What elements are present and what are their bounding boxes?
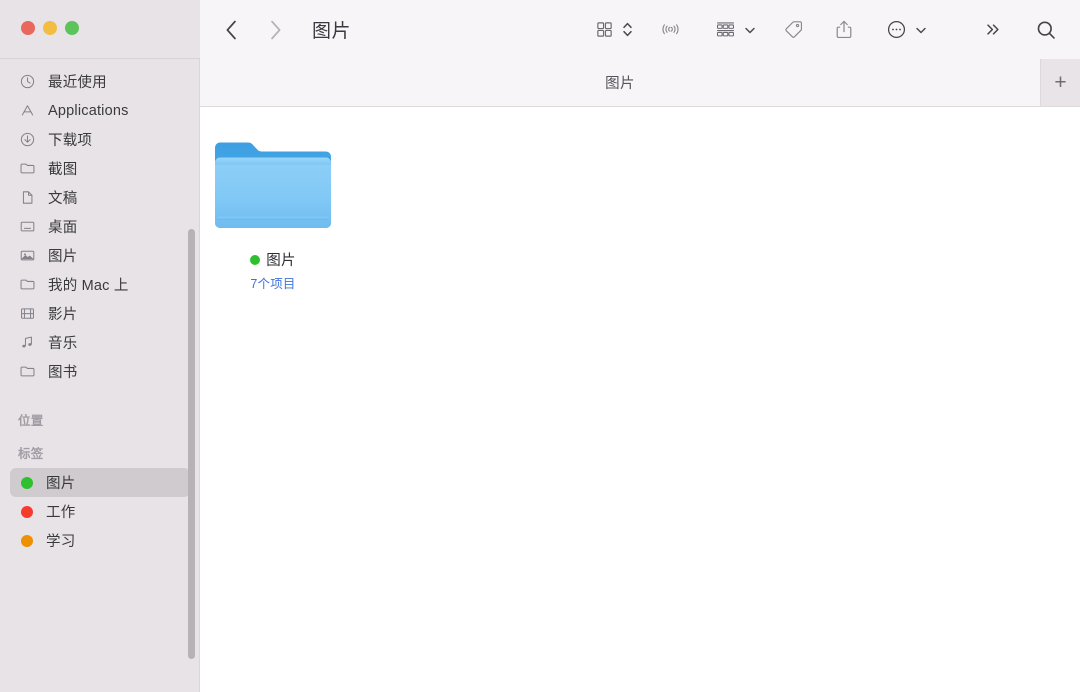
overflow-button[interactable] [979,15,1008,45]
main-area: 图片 图片 + 图片 7个项目 [200,0,1080,692]
document-icon [18,188,37,207]
new-tab-button[interactable]: + [1040,59,1080,106]
sidebar-tag-work[interactable]: 工作 [10,497,190,526]
sidebar-item-label: 图片 [46,476,76,492]
sidebar-item-music[interactable]: 音乐 [10,328,190,357]
navigation-buttons [222,18,284,42]
sidebar-item-documents[interactable]: 文稿 [10,183,190,212]
view-grid-button[interactable] [590,15,619,45]
group-by-chevron-down-icon[interactable] [744,24,756,36]
folder-icon [212,135,334,243]
sidebar-item-movies[interactable]: 影片 [10,299,190,328]
file-item-count: 7个项目 [250,277,296,291]
folder-icon [18,159,37,178]
tab-pictures[interactable]: 图片 [200,59,1040,106]
back-button[interactable] [222,18,240,42]
pictures-icon [18,246,37,265]
view-grid-chevron-up-down-icon[interactable] [622,21,633,38]
maximize-button[interactable] [65,21,79,35]
music-icon [18,333,37,352]
folder-icon [18,362,37,381]
sidebar-item-on-my-mac[interactable]: 我的 Mac 上 [10,270,190,299]
sidebar-item-recents[interactable]: 最近使用 [10,67,190,96]
sidebar-tag-study[interactable]: 学习 [10,526,190,555]
tab-bar: 图片 + [200,59,1080,107]
sidebar-item-applications[interactable]: Applications [10,96,190,125]
sidebar-titlebar [0,0,200,59]
tab-label: 图片 [605,76,635,92]
sidebar-section-tags: 标签 [18,447,44,461]
page-title: 图片 [312,21,352,42]
minimize-button[interactable] [43,21,57,35]
clock-icon [18,72,37,91]
sidebar-item-label: Applications [48,102,129,119]
sidebar-item-desktop[interactable]: 桌面 [10,212,190,241]
sidebar: 最近使用 Applications 下载项 截图 文稿 桌面 图片 我的 Mac… [0,0,200,692]
sidebar-item-label: 影片 [48,307,78,323]
airdrop-button[interactable] [655,15,686,45]
sidebar-section-locations: 位置 [18,414,44,428]
tag-dot-orange-icon [21,534,33,547]
tag-dot-green-icon [250,254,261,265]
sidebar-item-label: 图书 [48,365,78,381]
share-button[interactable] [829,15,859,45]
movies-icon [18,304,37,323]
sidebar-item-label: 下载项 [48,133,93,149]
sidebar-scrollbar[interactable] [188,229,195,659]
sidebar-scroll-area: 最近使用 Applications 下载项 截图 文稿 桌面 图片 我的 Mac… [0,59,200,692]
folder-icon [18,275,37,294]
sidebar-item-label: 音乐 [48,336,78,352]
desktop-icon [18,217,37,236]
more-actions-button[interactable] [881,15,912,45]
sidebar-item-label: 我的 Mac 上 [48,278,129,294]
sidebar-item-label: 工作 [46,505,76,521]
file-label-row: 图片 [250,249,296,270]
applications-icon [18,101,37,120]
sidebar-item-downloads[interactable]: 下载项 [10,125,190,154]
sidebar-item-label: 文稿 [48,191,78,207]
icon-grid: 图片 7个项目 [200,129,1080,292]
tags-button[interactable] [778,15,809,45]
search-button[interactable] [1030,15,1062,45]
traffic-lights [21,21,79,35]
file-name: 图片 [266,253,296,269]
sidebar-item-label: 截图 [48,162,78,178]
sidebar-item-label: 学习 [46,534,76,550]
group-by-button[interactable] [710,15,741,45]
file-item[interactable]: 图片 7个项目 [212,129,334,292]
sidebar-item-books[interactable]: 图书 [10,357,190,386]
forward-button[interactable] [266,18,284,42]
sidebar-item-pictures[interactable]: 图片 [10,241,190,270]
sidebar-list: 最近使用 Applications 下载项 截图 文稿 桌面 图片 我的 Mac… [0,59,200,555]
sidebar-item-label: 图片 [48,249,78,265]
download-icon [18,130,37,149]
tag-dot-green-icon [21,476,33,489]
close-button[interactable] [21,21,35,35]
file-browser-content[interactable]: 图片 7个项目 [200,107,1080,692]
sidebar-item-label: 桌面 [48,220,78,236]
tag-dot-red-icon [21,505,33,518]
sidebar-item-label: 最近使用 [48,75,107,91]
plus-icon: + [1054,71,1067,94]
sidebar-tag-pictures[interactable]: 图片 [10,468,190,497]
sidebar-item-screenshots[interactable]: 截图 [10,154,190,183]
toolbar: 图片 [200,0,1080,59]
finder-window: 最近使用 Applications 下载项 截图 文稿 桌面 图片 我的 Mac… [0,0,1080,692]
more-actions-chevron-down-icon[interactable] [915,24,927,36]
